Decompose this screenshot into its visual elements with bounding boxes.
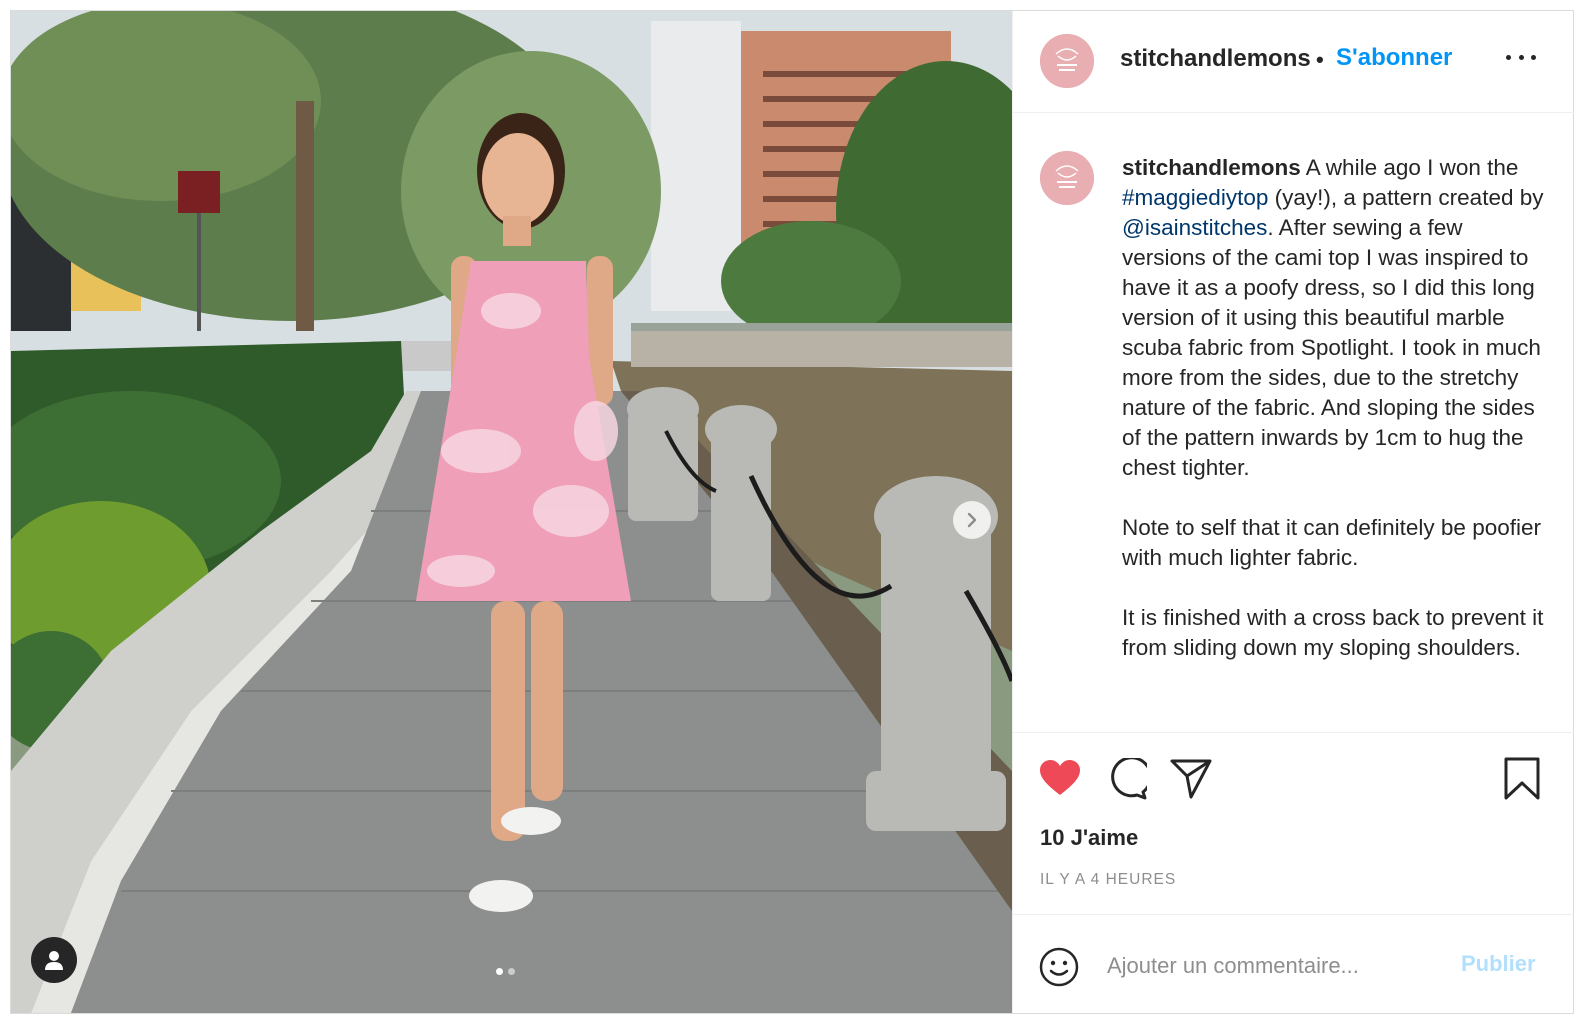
- save-button[interactable]: [1503, 757, 1541, 806]
- caption-username[interactable]: stitchandlemons: [1122, 155, 1301, 180]
- comment-icon: [1111, 756, 1153, 800]
- post-author-username[interactable]: stitchandlemons: [1120, 45, 1311, 73]
- photo-scene: [11, 11, 1012, 1013]
- avatar[interactable]: [1040, 34, 1094, 88]
- publish-button[interactable]: Publier: [1461, 951, 1536, 977]
- caption-section: stitchandlemons A while ago I won the #m…: [1013, 112, 1574, 732]
- post-timestamp[interactable]: IL Y A 4 HEURES: [1040, 871, 1176, 889]
- share-button[interactable]: [1170, 758, 1212, 805]
- paper-plane-icon: [1170, 759, 1212, 799]
- post-header: stitchandlemons • S'abonner: [1013, 11, 1574, 113]
- caption-paragraph-3: It is finished with a cross back to prev…: [1122, 605, 1544, 660]
- smiley-icon: [1039, 947, 1079, 987]
- mention-link[interactable]: @isainstitches: [1122, 215, 1267, 240]
- chevron-right-icon: [967, 512, 977, 528]
- more-options-button[interactable]: [1506, 47, 1536, 67]
- instagram-post: stitchandlemons • S'abonner stitchandlem…: [10, 10, 1574, 1014]
- brand-logo-icon: [1040, 151, 1094, 205]
- follow-button[interactable]: S'abonner: [1336, 44, 1452, 72]
- caption-avatar[interactable]: [1040, 151, 1094, 205]
- likes-count[interactable]: 10 J'aime: [1040, 825, 1138, 851]
- post-photo[interactable]: [11, 11, 1012, 1013]
- header-separator: •: [1316, 47, 1324, 72]
- caption-paragraph-2: Note to self that it can definitely be p…: [1122, 515, 1541, 570]
- post-sidebar: stitchandlemons • S'abonner stitchandlem…: [1012, 11, 1574, 1013]
- bookmark-icon: [1504, 757, 1540, 800]
- carousel-next-button[interactable]: [953, 501, 991, 539]
- comment-composer: Publier: [1013, 914, 1574, 1014]
- carousel-dot: [508, 968, 515, 975]
- like-button[interactable]: [1039, 759, 1081, 802]
- comment-button[interactable]: [1105, 756, 1153, 805]
- emoji-button[interactable]: [1039, 947, 1079, 992]
- caption-paragraph-1: stitchandlemons A while ago I won the #m…: [1122, 155, 1544, 480]
- heart-filled-icon: [1040, 760, 1080, 795]
- caption-text: stitchandlemons A while ago I won the #m…: [1122, 153, 1550, 693]
- carousel-indicator: [496, 968, 515, 975]
- user-icon: [45, 951, 63, 970]
- post-actions: 10 J'aime IL Y A 4 HEURES: [1013, 732, 1574, 915]
- more-horizontal-icon: [1506, 54, 1511, 60]
- brand-logo-icon: [1040, 34, 1094, 88]
- comment-input[interactable]: [1105, 947, 1449, 985]
- carousel-dot-active: [496, 968, 503, 975]
- hashtag-link[interactable]: #maggiediytop: [1122, 185, 1268, 210]
- tagged-users-button[interactable]: [31, 937, 77, 983]
